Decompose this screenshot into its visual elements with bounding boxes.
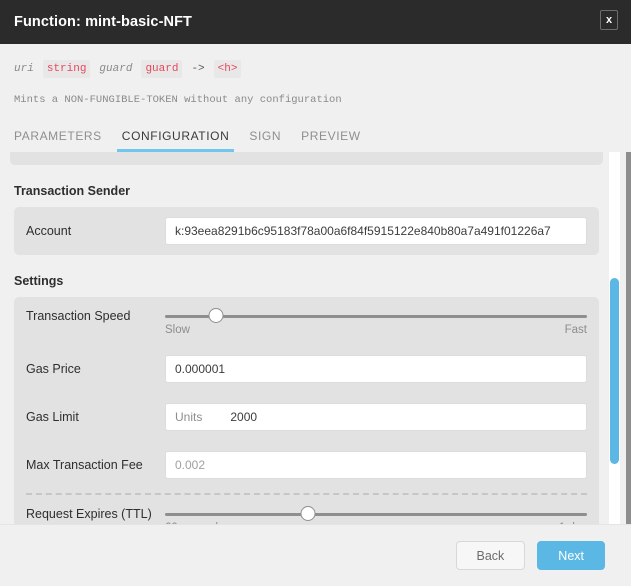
account-label: Account	[26, 224, 165, 238]
back-button[interactable]: Back	[456, 541, 526, 570]
settings-heading: Settings	[14, 274, 599, 288]
transaction-sender-heading: Transaction Sender	[14, 184, 599, 198]
transaction-sender-card: Account k:93eea8291b6c95183f78a00a6f84f5…	[14, 207, 599, 255]
function-description: Mints a NON-FUNGIBLE-TOKEN without any c…	[14, 94, 617, 106]
account-row: Account k:93eea8291b6c95183f78a00a6f84f5…	[14, 207, 599, 255]
modal-footer: Back Next	[0, 524, 631, 586]
function-modal: Function: mint-basic-NFT x uri string gu…	[0, 0, 631, 586]
close-icon[interactable]: x	[600, 10, 618, 30]
max-transaction-fee-label: Max Transaction Fee	[26, 458, 165, 472]
tab-bar: PARAMETERS CONFIGURATION SIGN PREVIEW	[4, 106, 631, 152]
tab-sign[interactable]: SIGN	[239, 129, 291, 152]
max-transaction-fee-row: Max Transaction Fee 0.002	[14, 441, 599, 489]
signature-token: string	[43, 60, 91, 78]
vertical-scrollbar[interactable]	[609, 152, 620, 524]
modal-header: Function: mint-basic-NFT x	[0, 0, 631, 44]
slider-thumb[interactable]	[301, 506, 316, 521]
slider-end-labels: Slow Fast	[165, 324, 587, 336]
configuration-scroll-area: Transaction Sender Account k:93eea8291b6…	[0, 152, 631, 524]
gas-limit-label: Gas Limit	[26, 410, 165, 424]
transaction-speed-label: Transaction Speed	[26, 309, 165, 323]
signature-token: guard	[99, 61, 132, 77]
request-expires-label: Request Expires (TTL)	[26, 507, 165, 521]
function-signature-block: uri string guard guard -> <h> Mints a NO…	[0, 44, 631, 106]
slider-max-label: 1 day	[559, 522, 587, 524]
window-edge	[626, 152, 631, 524]
slider-min-label: 60 seconds	[165, 522, 224, 524]
page-title: Function: mint-basic-NFT	[14, 14, 192, 30]
gas-limit-input[interactable]: Units 2000	[165, 403, 587, 431]
gas-limit-value: 2000	[230, 410, 257, 424]
slider-thumb[interactable]	[208, 308, 223, 323]
signature-token: uri	[14, 61, 34, 77]
account-input[interactable]: k:93eea8291b6c95183f78a00a6f84f5915122e8…	[165, 217, 587, 245]
scrollbar-thumb[interactable]	[610, 278, 619, 464]
signature-arrow: ->	[191, 61, 204, 77]
signature-token: <h>	[214, 60, 242, 78]
tab-preview[interactable]: PREVIEW	[291, 129, 371, 152]
tab-parameters[interactable]: PARAMETERS	[4, 129, 112, 152]
gas-price-input[interactable]: 0.000001	[165, 355, 587, 383]
configuration-content: Transaction Sender Account k:93eea8291b6…	[0, 152, 613, 524]
gas-limit-row: Gas Limit Units 2000	[14, 393, 599, 441]
next-button[interactable]: Next	[537, 541, 605, 570]
gas-limit-unit-prefix: Units	[175, 410, 202, 424]
tab-configuration[interactable]: CONFIGURATION	[112, 129, 240, 152]
function-signature: uri string guard guard -> <h>	[14, 60, 617, 78]
gas-price-label: Gas Price	[26, 362, 165, 376]
settings-card: Transaction Speed Slow Fast Gas Price 0.…	[14, 297, 599, 524]
slider-max-label: Fast	[565, 324, 587, 336]
slider-track[interactable]	[165, 513, 587, 516]
scrolled-off-card	[10, 152, 603, 165]
max-transaction-fee-input[interactable]: 0.002	[165, 451, 587, 479]
request-expires-row: Request Expires (TTL) 60 seconds 1 day	[14, 495, 599, 524]
signature-token: guard	[141, 60, 182, 78]
slider-min-label: Slow	[165, 324, 190, 336]
slider-end-labels: 60 seconds 1 day	[165, 522, 587, 524]
slider-track[interactable]	[165, 315, 587, 318]
transaction-speed-row: Transaction Speed Slow Fast	[14, 297, 599, 345]
transaction-speed-slider[interactable]: Slow Fast	[165, 309, 587, 336]
request-expires-slider[interactable]: 60 seconds 1 day	[165, 507, 587, 524]
gas-price-row: Gas Price 0.000001	[14, 345, 599, 393]
